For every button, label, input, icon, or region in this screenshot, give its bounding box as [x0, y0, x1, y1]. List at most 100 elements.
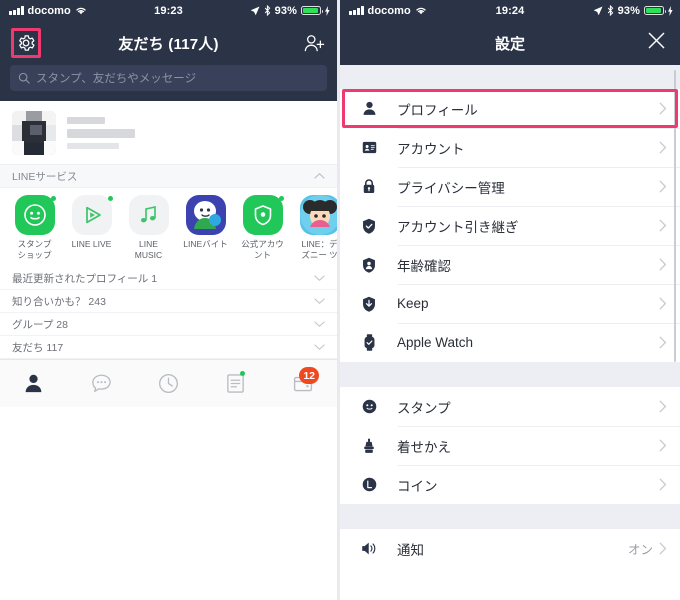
list-row-label: 最近更新されたプロフィール 1: [12, 272, 158, 285]
avatar: [12, 110, 56, 155]
page-title: 友だち (117人): [118, 35, 219, 53]
chevron-down-icon: [314, 275, 325, 282]
search-input[interactable]: スタンプ、友だちやメッセージ: [10, 65, 327, 91]
wallet-badge: 12: [299, 367, 320, 384]
chevron-right-icon: [659, 478, 667, 491]
right-phone-panel: docomo 19:24 93% 設定 プロフィール アカウント プライバシー管…: [340, 0, 680, 600]
settings-row-label: プロフィール: [397, 102, 478, 118]
close-button[interactable]: [647, 31, 666, 55]
service-line-disney[interactable]: LINE：デ ズニー ツ: [291, 195, 337, 260]
right-status-bar: docomo 19:24 93%: [340, 0, 680, 21]
location-arrow-icon: [593, 6, 603, 15]
section-gap: [340, 362, 680, 387]
list-row-groups[interactable]: グループ 28: [0, 313, 337, 336]
settings-row-notifications[interactable]: 通知 オン: [340, 529, 680, 568]
left-nav-bar: 友だち (117人): [0, 21, 337, 65]
list-row-label: 友だち 117: [12, 341, 64, 354]
service-line-live[interactable]: LINE LIVE: [63, 195, 120, 250]
id-card-icon: [358, 139, 380, 156]
my-profile-row[interactable]: [0, 101, 337, 165]
signal-bars-icon: [9, 6, 24, 15]
tab-chats[interactable]: [67, 360, 134, 407]
download-icon: [358, 295, 380, 313]
list-row-friends[interactable]: 友だち 117: [0, 336, 337, 359]
chevron-right-icon: [659, 439, 667, 452]
battery-icon: [301, 5, 323, 16]
service-official-account[interactable]: 公式アカウ ント: [234, 195, 291, 260]
add-friend-icon: [304, 35, 325, 52]
section-gap: [340, 504, 680, 529]
settings-row-label: コイン: [397, 478, 438, 494]
profile-name-blurred: [67, 116, 135, 149]
settings-row-profile[interactable]: プロフィール: [340, 89, 680, 128]
battery-percent-label: 93%: [617, 4, 640, 17]
chevron-right-icon: [659, 258, 667, 271]
settings-row-label: アカウント引き継ぎ: [397, 219, 519, 235]
screenshot-root: docomo 19:23 93% 友だち (117人) スタンプ、友だちやメッセ…: [0, 0, 680, 600]
settings-row-themes[interactable]: 着せかえ: [340, 426, 680, 465]
chevron-down-icon: [314, 298, 325, 305]
shield-person-icon: [358, 256, 380, 274]
service-line-baito[interactable]: LINEバイト: [177, 195, 234, 250]
settings-row-label: アカウント: [397, 141, 465, 157]
bottom-tab-bar: 12: [0, 359, 337, 407]
service-badge-dot: [279, 196, 284, 201]
chevron-down-icon: [314, 321, 325, 328]
scrollbar[interactable]: [673, 70, 676, 362]
bluetooth-icon: [264, 5, 270, 16]
settings-row-label: 年齢確認: [397, 258, 451, 274]
clock-icon: [159, 374, 179, 393]
smiley-icon: [358, 398, 380, 415]
line-services-header[interactable]: LINEサービス: [0, 165, 337, 188]
chevron-down-icon: [314, 344, 325, 351]
chevron-right-icon: [659, 542, 667, 555]
charging-bolt-icon: [668, 5, 673, 16]
service-label: LINEバイト: [183, 239, 228, 249]
list-row-label: 知り合いかも？ 243: [12, 295, 106, 308]
shield-check-icon: [358, 217, 380, 235]
settings-row-age-verification[interactable]: 年齢確認: [340, 245, 680, 284]
service-badge-dot: [108, 196, 113, 201]
service-label: LINE LIVE: [71, 239, 112, 249]
line-disney-icon: [299, 195, 337, 235]
service-label: LINE MUSIC: [134, 239, 163, 260]
battery-icon: [644, 5, 666, 16]
tab-wallet[interactable]: 12: [270, 360, 337, 407]
chevron-up-icon: [314, 172, 325, 179]
left-status-bar: docomo 19:23 93%: [0, 0, 337, 21]
settings-row-stickers[interactable]: スタンプ: [340, 387, 680, 426]
add-friend-button[interactable]: [303, 33, 325, 53]
service-line-music[interactable]: LINE MUSIC: [120, 195, 177, 260]
tab-friends[interactable]: [0, 360, 67, 407]
settings-row-coins[interactable]: コイン: [340, 465, 680, 504]
service-label: LINE：デ ズニー ツ: [301, 239, 337, 260]
battery-percent-label: 93%: [274, 4, 297, 17]
service-badge-dot: [51, 196, 56, 201]
settings-group-3: 通知 オン: [340, 529, 680, 568]
carrier-label: docomo: [27, 4, 71, 17]
coin-icon: [358, 476, 380, 493]
tab-news[interactable]: [202, 360, 269, 407]
list-row-recent-profiles[interactable]: 最近更新されたプロフィール 1: [0, 267, 337, 290]
line-music-icon: [128, 195, 169, 235]
settings-nav-bar: 設定: [340, 21, 680, 65]
line-live-icon: [71, 195, 112, 235]
settings-row-keep[interactable]: Keep: [340, 284, 680, 323]
search-placeholder: スタンプ、友だちやメッセージ: [36, 73, 197, 85]
settings-group-2: スタンプ 着せかえ コイン: [340, 387, 680, 504]
tab-timeline[interactable]: [135, 360, 202, 407]
settings-row-account[interactable]: アカウント: [340, 128, 680, 167]
settings-row-account-transfer[interactable]: アカウント引き継ぎ: [340, 206, 680, 245]
chat-icon: [91, 374, 111, 393]
chevron-right-icon: [659, 219, 667, 232]
watch-icon: [358, 333, 380, 352]
list-row-may-know[interactable]: 知り合いかも？ 243: [0, 290, 337, 313]
carrier-label: docomo: [367, 4, 411, 17]
line-baito-icon: [185, 195, 226, 235]
settings-row-apple-watch[interactable]: Apple Watch: [340, 323, 680, 362]
settings-row-label: Apple Watch: [397, 335, 474, 350]
service-sticker-shop[interactable]: スタンプ ショップ: [6, 195, 63, 260]
line-services-row: スタンプ ショップ LINE LIVE LINE MUSIC LINEバイト 公…: [0, 188, 337, 267]
settings-row-privacy[interactable]: プライバシー管理: [340, 167, 680, 206]
chevron-right-icon: [659, 102, 667, 115]
